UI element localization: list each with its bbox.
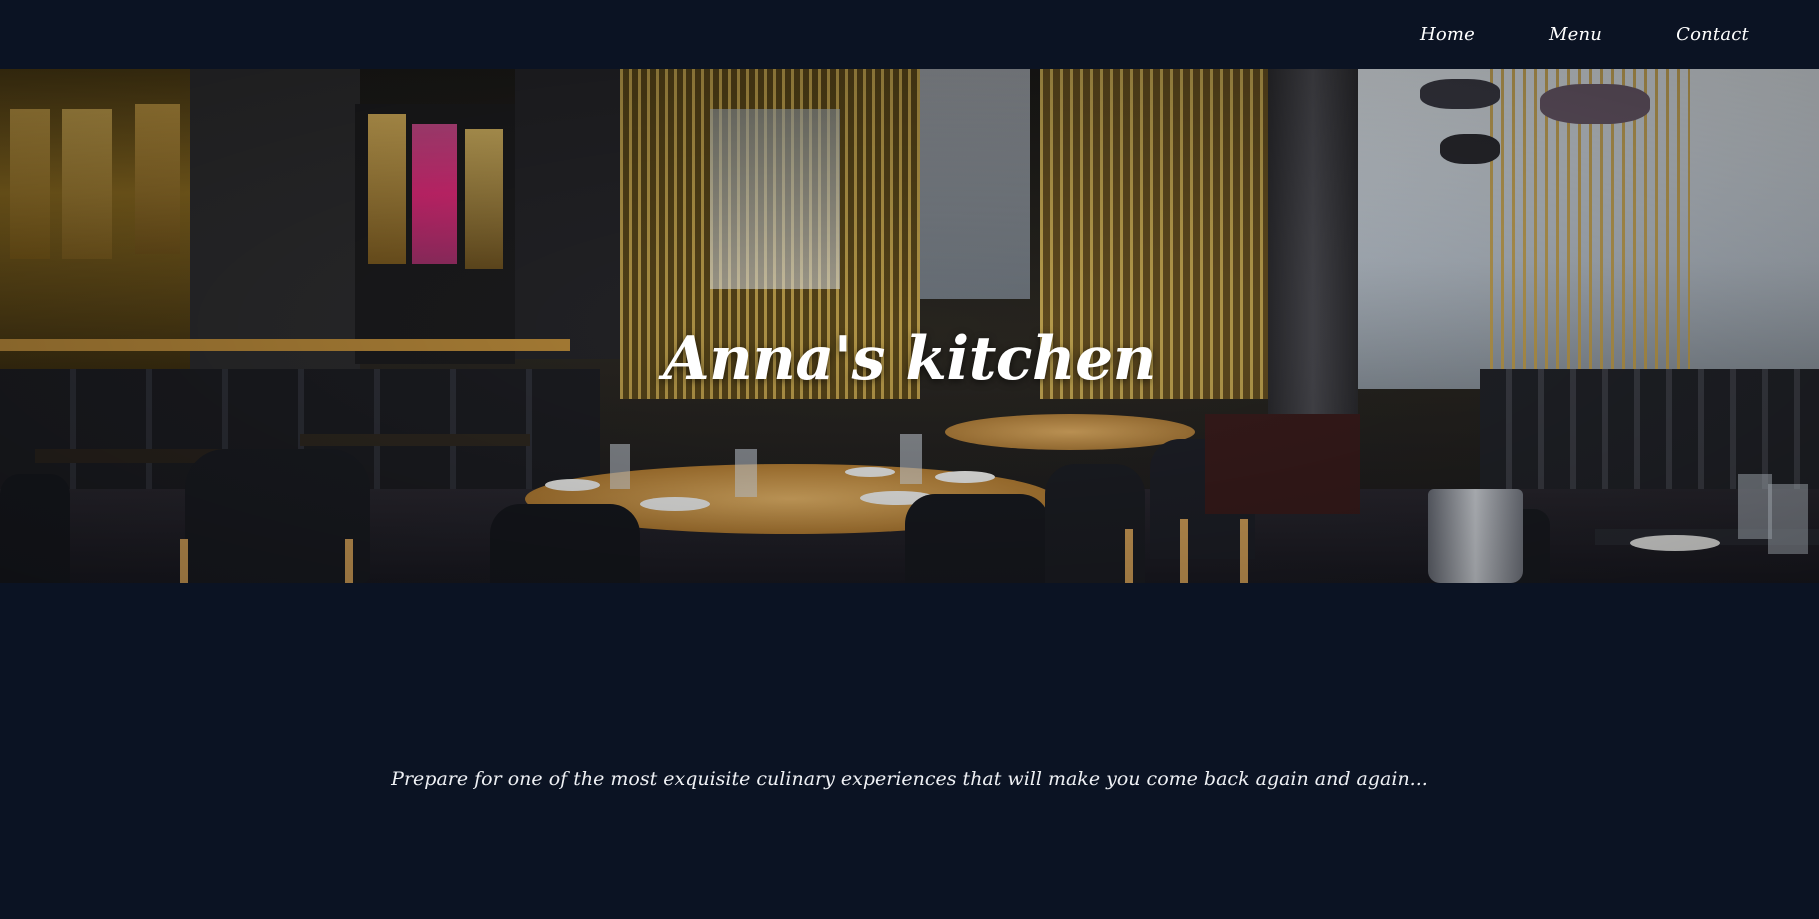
navbar: Home Menu Contact [0, 0, 1819, 69]
hero-title: Anna's kitchen [663, 324, 1156, 395]
nav-menu: Home Menu Contact [1420, 0, 1749, 69]
nav-link-home[interactable]: Home [1420, 24, 1475, 45]
hero-banner: Anna's kitchen [0, 69, 1819, 583]
nav-link-menu[interactable]: Menu [1549, 24, 1602, 45]
nav-link-contact[interactable]: Contact [1676, 24, 1749, 45]
tagline: Prepare for one of the most exquisite cu… [391, 768, 1428, 790]
